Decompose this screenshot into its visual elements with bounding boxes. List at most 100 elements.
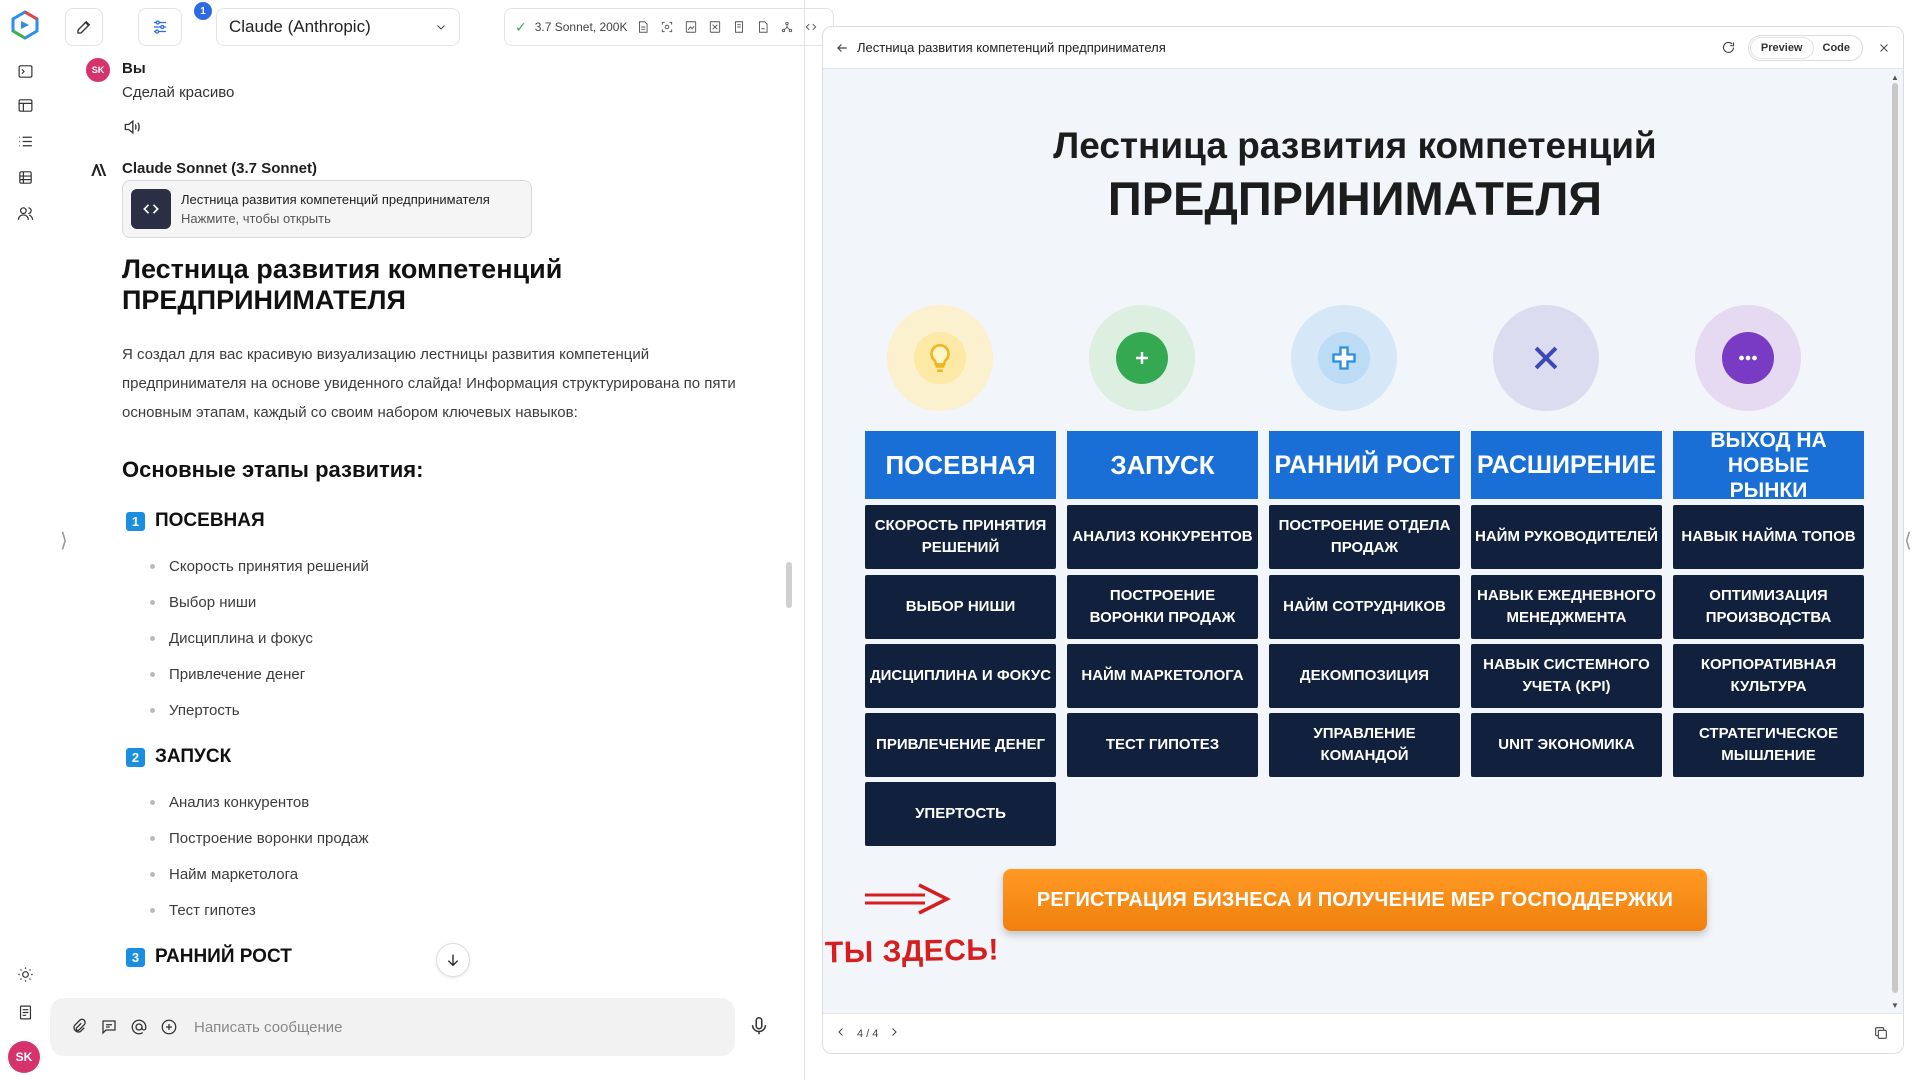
artifact-panel: Лестница развития компетенций предприним… [822,26,1904,1054]
back-arrow-icon[interactable] [831,37,853,59]
stage-title: ПОСЕВНАЯ [155,510,265,531]
skill-cell: НАВЫК ЕЖЕДНЕВНОГО МЕНЕДЖМЕНТА [1471,575,1662,639]
collapse-left-icon[interactable]: ⟩ [60,528,68,553]
list-item: Тест гипотез [150,902,256,919]
stage-heading: 2 ЗАПУСК [126,746,231,768]
stage-heading: 3 РАННИЙ РОСТ [126,946,292,968]
response-subheading: Основные этапы развития: [122,457,424,482]
scroll-down-icon[interactable]: ▼ [1891,1001,1899,1010]
user-avatar[interactable]: SK [8,1041,40,1073]
skill-cell: ПРИВЛЕЧЕНИЕ ДЕНЕГ [865,713,1056,777]
user-author-name: Вы [122,60,146,77]
you-are-here-label: ТЫ ЗДЕСЬ! [824,933,1000,970]
terminal-icon[interactable] [14,60,36,82]
arrow-down-icon [447,954,459,967]
layout-icon[interactable] [14,94,36,116]
stage-number-badge: 2 [126,747,145,767]
slide-title: Лестница развития компетенций [1053,125,1657,166]
column-header: ВЫХОД НА НОВЫЕ РЫНКИ [1673,429,1864,502]
skill-cell: НАВЫК СИСТЕМНОГО УЧЕТА (KPI) [1471,644,1662,708]
stage-icon-circle [1089,305,1195,411]
excel-file-icon[interactable] [707,19,723,35]
next-version-icon[interactable] [888,1026,900,1041]
sun-icon[interactable] [14,963,36,985]
x-mark-icon [1520,332,1572,384]
skill-cell: ПОСТРОЕНИЕ ВОРОНКИ ПРОДАЖ [1067,575,1258,639]
at-sign-icon[interactable] [128,1016,150,1038]
new-chat-button[interactable] [65,8,103,46]
scan-icon[interactable] [659,19,675,35]
model-selector[interactable]: Claude (Anthropic) [216,8,460,46]
version-pager: 4 / 4 [857,1027,879,1040]
column-header: РАСШИРЕНИЕ [1471,431,1662,499]
paperclip-icon[interactable] [68,1016,90,1038]
file-icon[interactable] [635,19,651,35]
stage-icon-circle [1695,305,1801,411]
skill-cell: НАЙМ МАРКЕТОЛОГА [1067,644,1258,708]
stack-file-icon[interactable] [731,19,747,35]
artifact-panel-footer: 4 / 4 [823,1013,1903,1053]
column-header: ПОСЕВНАЯ [865,431,1056,499]
skill-cell: ВЫБОР НИШИ [865,575,1056,639]
artifact-card-title: Лестница развития компетенций предприним… [181,192,490,207]
refresh-icon[interactable] [1718,37,1740,59]
scrollbar-thumb[interactable] [1892,83,1898,993]
tab-code[interactable]: Code [1813,38,1861,58]
list-icon[interactable] [14,130,36,152]
arrow-right-icon [865,883,951,915]
database-icon[interactable] [14,166,36,188]
image-file-icon[interactable] [683,19,699,35]
chat-scrollbar[interactable] [786,562,792,608]
speaker-icon[interactable] [122,117,142,137]
skill-cell: ДИСЦИПЛИНА И ФОКУС [865,644,1056,708]
stage-title: ЗАПУСК [155,746,232,767]
share-network-icon[interactable] [779,19,795,35]
copy-icon[interactable] [1873,1025,1891,1043]
app-logo-icon[interactable] [9,9,41,41]
pane-divider[interactable] [804,0,805,1080]
scroll-down-button[interactable] [436,943,470,977]
stage-title: РАННИЙ РОСТ [155,946,292,967]
skill-cell: УПРАВЛЕНИЕ КОМАНДОЙ [1269,713,1460,777]
chat-topbar: 1 Claude (Anthropic) ✓ 3.7 Sonnet, 200K [50,0,834,54]
tab-preview[interactable]: Preview [1750,37,1813,58]
stage-number-badge: 3 [126,947,145,967]
model-tools-bar: ✓ 3.7 Sonnet, 200K [504,8,834,46]
left-rail: SK [0,0,50,1080]
microphone-icon[interactable] [748,1015,774,1041]
skill-cell: НАВЫК НАЙМА ТОПОВ [1673,505,1864,569]
artifact-card-hint: Нажмите, чтобы открыть [181,211,331,226]
close-icon[interactable] [1873,37,1895,59]
model-name: Claude (Anthropic) [229,17,371,36]
panel-scrollbar[interactable]: ▲ ▼ [1891,73,1899,1013]
list-item: Упертость [150,702,240,719]
code-icon[interactable] [803,19,819,35]
skill-cell: НАЙМ РУКОВОДИТЕЛЕЙ [1471,505,1662,569]
prev-version-icon[interactable] [835,1026,847,1041]
user-message-text: Сделай красиво [122,84,235,101]
check-icon: ✓ [515,18,527,35]
list-item: Найм маркетолога [150,866,298,883]
lightbulb-icon [914,332,966,384]
pdf-file-icon[interactable] [755,19,771,35]
collapse-right-icon[interactable]: ⟨ [1904,528,1912,553]
user-message-avatar: SK [86,58,110,82]
plus-circle-icon [1116,332,1168,384]
register-business-button[interactable]: РЕГИСТРАЦИЯ БИЗНЕСА И ПОЛУЧЕНИЕ МЕР ГОСП… [1003,869,1707,931]
message-input[interactable]: Написать сообщение [194,1019,343,1036]
response-paragraph: Я создал для вас красивую визуализацию л… [122,346,736,421]
skill-cell: ДЕКОМПОЗИЦИЯ [1269,644,1460,708]
skill-cell: АНАЛИЗ КОНКУРЕНТОВ [1067,505,1258,569]
skill-cell: ОПТИМИЗАЦИЯ ПРОИЗВОДСТВА [1673,575,1864,639]
users-icon[interactable] [14,202,36,224]
response-heading-line2: ПРЕДПРИНИМАТЕЛЯ [122,285,406,315]
artifact-card[interactable]: Лестница развития компетенций предприним… [122,180,532,238]
document-icon[interactable] [14,1001,36,1023]
message-square-icon[interactable] [98,1016,120,1038]
list-item: Выбор ниши [150,594,256,611]
scroll-up-icon[interactable]: ▲ [1891,73,1899,82]
tools-count-badge: 1 [194,2,212,20]
list-item: Скорость принятия решений [150,558,369,575]
plus-circle-icon[interactable] [158,1016,180,1038]
skill-cell: ПОСТРОЕНИЕ ОТДЕЛА ПРОДАЖ [1269,505,1460,569]
